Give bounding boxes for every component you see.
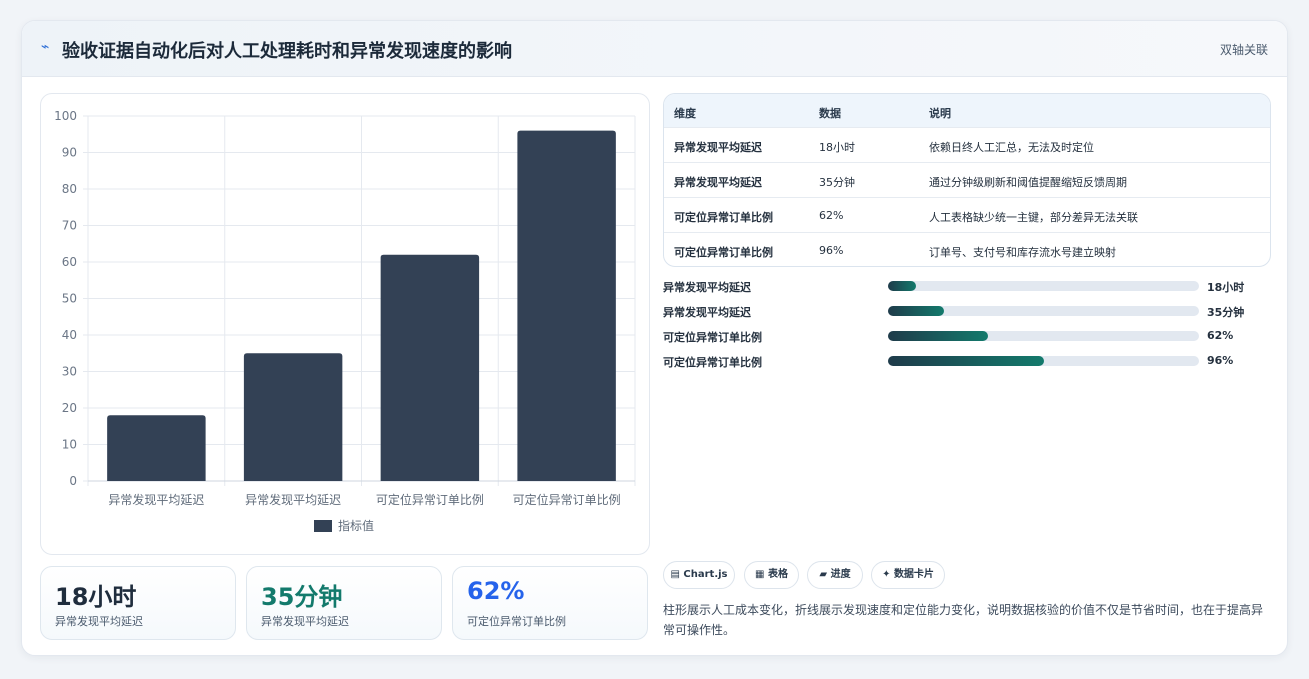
y-tick-label: 100 (54, 109, 77, 123)
y-tick-label: 70 (62, 219, 77, 233)
table-row: 可定位异常订单比例 96% 订单号、支付号和库存流水号建立映射 (664, 233, 1270, 266)
stat-value: 18小时 (55, 583, 137, 611)
y-tick-label: 90 (62, 146, 77, 160)
progress-value: 96% (1207, 354, 1234, 367)
stat-cards: 18小时 异常发现平均延迟 35分钟 异常发现平均延迟 62% 可定位异常订单比… (40, 566, 650, 640)
table-row: 异常发现平均延迟 35分钟 通过分钟级刷新和阈值提醒缩短反馈周期 (664, 163, 1270, 198)
stat-label: 可定位异常订单比例 (467, 615, 566, 628)
y-tick-label: 60 (62, 255, 77, 269)
table-cell: 18小时 (819, 141, 855, 154)
sparkle-icon: ✦ (882, 569, 891, 580)
progress-value: 35分钟 (1207, 306, 1245, 319)
card-header: ⌁ 验收证据自动化后对人工处理耗时和异常发现速度的影响 双轴关联 (22, 21, 1287, 77)
y-tick-label: 0 (69, 474, 77, 488)
progress-fill (888, 331, 988, 341)
bolt-icon: ⌁ (41, 39, 50, 55)
progress-value: 18小时 (1207, 281, 1245, 294)
stat-card-3: 62% 可定位异常订单比例 (452, 566, 648, 640)
bar-chart: 0 10 20 30 40 50 60 70 80 90 100 异常发现平均延迟 异常发现平均延迟 可定… (54, 109, 636, 533)
progress-row: 异常发现平均延迟 18小时 (663, 275, 1271, 300)
bar (243, 353, 343, 481)
progress-row: 可定位异常订单比例 62% (663, 325, 1271, 350)
table-cell: 可定位异常订单比例 (674, 246, 773, 259)
stat-label: 异常发现平均延迟 (55, 615, 143, 628)
chip-progress[interactable]: ▰ 进度 (807, 561, 863, 589)
progress-fill (888, 356, 1044, 366)
progress-label: 异常发现平均延迟 (663, 281, 751, 294)
x-tick-label: 可定位异常订单比例 (376, 492, 484, 507)
table-cell: 96% (819, 244, 844, 257)
table-cell: 异常发现平均延迟 (674, 141, 762, 154)
y-tick-label: 10 (62, 438, 77, 452)
stat-card-1: 18小时 异常发现平均延迟 (40, 566, 236, 640)
chip-data-card[interactable]: ✦ 数据卡片 (871, 561, 945, 589)
table-cell: 35分钟 (819, 176, 855, 189)
progress-track (888, 356, 1199, 366)
legend-label: 指标值 (338, 518, 374, 533)
table-header-row: 维度 数据 说明 (664, 94, 1270, 128)
column-header-dimension: 维度 (674, 107, 696, 120)
progress-icon: ▰ (819, 569, 828, 580)
table-cell: 可定位异常订单比例 (674, 211, 773, 224)
stat-label: 异常发现平均延迟 (261, 615, 349, 628)
data-table: 维度 数据 说明 异常发现平均延迟 18小时 依赖日终人工汇总，无法及时定位 异… (663, 93, 1271, 267)
table-row: 异常发现平均延迟 18小时 依赖日终人工汇总，无法及时定位 (664, 128, 1270, 163)
page-title: 验收证据自动化后对人工处理耗时和异常发现速度的影响 (62, 41, 512, 62)
chart-icon: ▤ (670, 569, 680, 580)
progress-value: 62% (1207, 329, 1234, 342)
legend-swatch (314, 520, 332, 532)
table-cell: 人工表格缺少统一主键，部分差异无法关联 (929, 211, 1138, 224)
progress-track (888, 331, 1199, 341)
table-cell: 订单号、支付号和库存流水号建立映射 (929, 246, 1116, 259)
stat-card-2: 35分钟 异常发现平均延迟 (246, 566, 442, 640)
x-tick-label: 异常发现平均延迟 (108, 492, 204, 507)
progress-track (888, 281, 1199, 291)
bar (517, 130, 616, 481)
y-tick-label: 50 (62, 292, 77, 306)
chart-description: 柱形展示人工成本变化，折线展示发现速度和定位能力变化，说明数据核验的价值不仅是节… (663, 603, 1264, 637)
progress-label: 异常发现平均延迟 (663, 306, 751, 319)
y-tick-label: 20 (62, 401, 77, 415)
y-tick-label: 80 (62, 182, 77, 196)
bar (380, 254, 480, 481)
x-tick-label: 异常发现平均延迟 (245, 492, 341, 507)
progress-label: 可定位异常订单比例 (663, 331, 762, 344)
y-tick-label: 40 (62, 328, 77, 342)
progress-track (888, 306, 1199, 316)
progress-list: 异常发现平均延迟 18小时 异常发现平均延迟 35分钟 可定位异常订单比例 62… (663, 275, 1271, 375)
y-tick-label: 30 (62, 365, 77, 379)
chip-chartjs[interactable]: ▤ Chart.js (663, 561, 735, 589)
progress-row: 可定位异常订单比例 96% (663, 350, 1271, 375)
progress-row: 异常发现平均延迟 35分钟 (663, 300, 1271, 325)
table-row: 可定位异常订单比例 62% 人工表格缺少统一主键，部分差异无法关联 (664, 198, 1270, 233)
progress-fill (888, 306, 944, 316)
chip-table[interactable]: ▦ 表格 (744, 561, 799, 589)
table-icon: ▦ (755, 569, 765, 580)
dashboard-card: ⌁ 验收证据自动化后对人工处理耗时和异常发现速度的影响 双轴关联 0 10 20 30… (21, 20, 1288, 656)
table-cell: 62% (819, 209, 844, 222)
column-header-data: 数据 (819, 107, 841, 120)
progress-fill (888, 281, 916, 291)
stat-value: 62% (467, 577, 525, 605)
column-header-description: 说明 (929, 107, 951, 120)
bar-chart-panel: 0 10 20 30 40 50 60 70 80 90 100 异常发现平均延迟 异常发现平均延迟 可定… (40, 93, 650, 555)
stat-value: 35分钟 (261, 583, 343, 611)
bar (107, 415, 206, 481)
x-tick-label: 可定位异常订单比例 (513, 492, 621, 507)
dual-axis-tag[interactable]: 双轴关联 (1220, 41, 1268, 58)
table-cell: 通过分钟级刷新和阈值提醒缩短反馈周期 (929, 176, 1127, 189)
table-cell: 异常发现平均延迟 (674, 176, 762, 189)
table-cell: 依赖日终人工汇总，无法及时定位 (929, 141, 1094, 154)
progress-label: 可定位异常订单比例 (663, 356, 762, 369)
